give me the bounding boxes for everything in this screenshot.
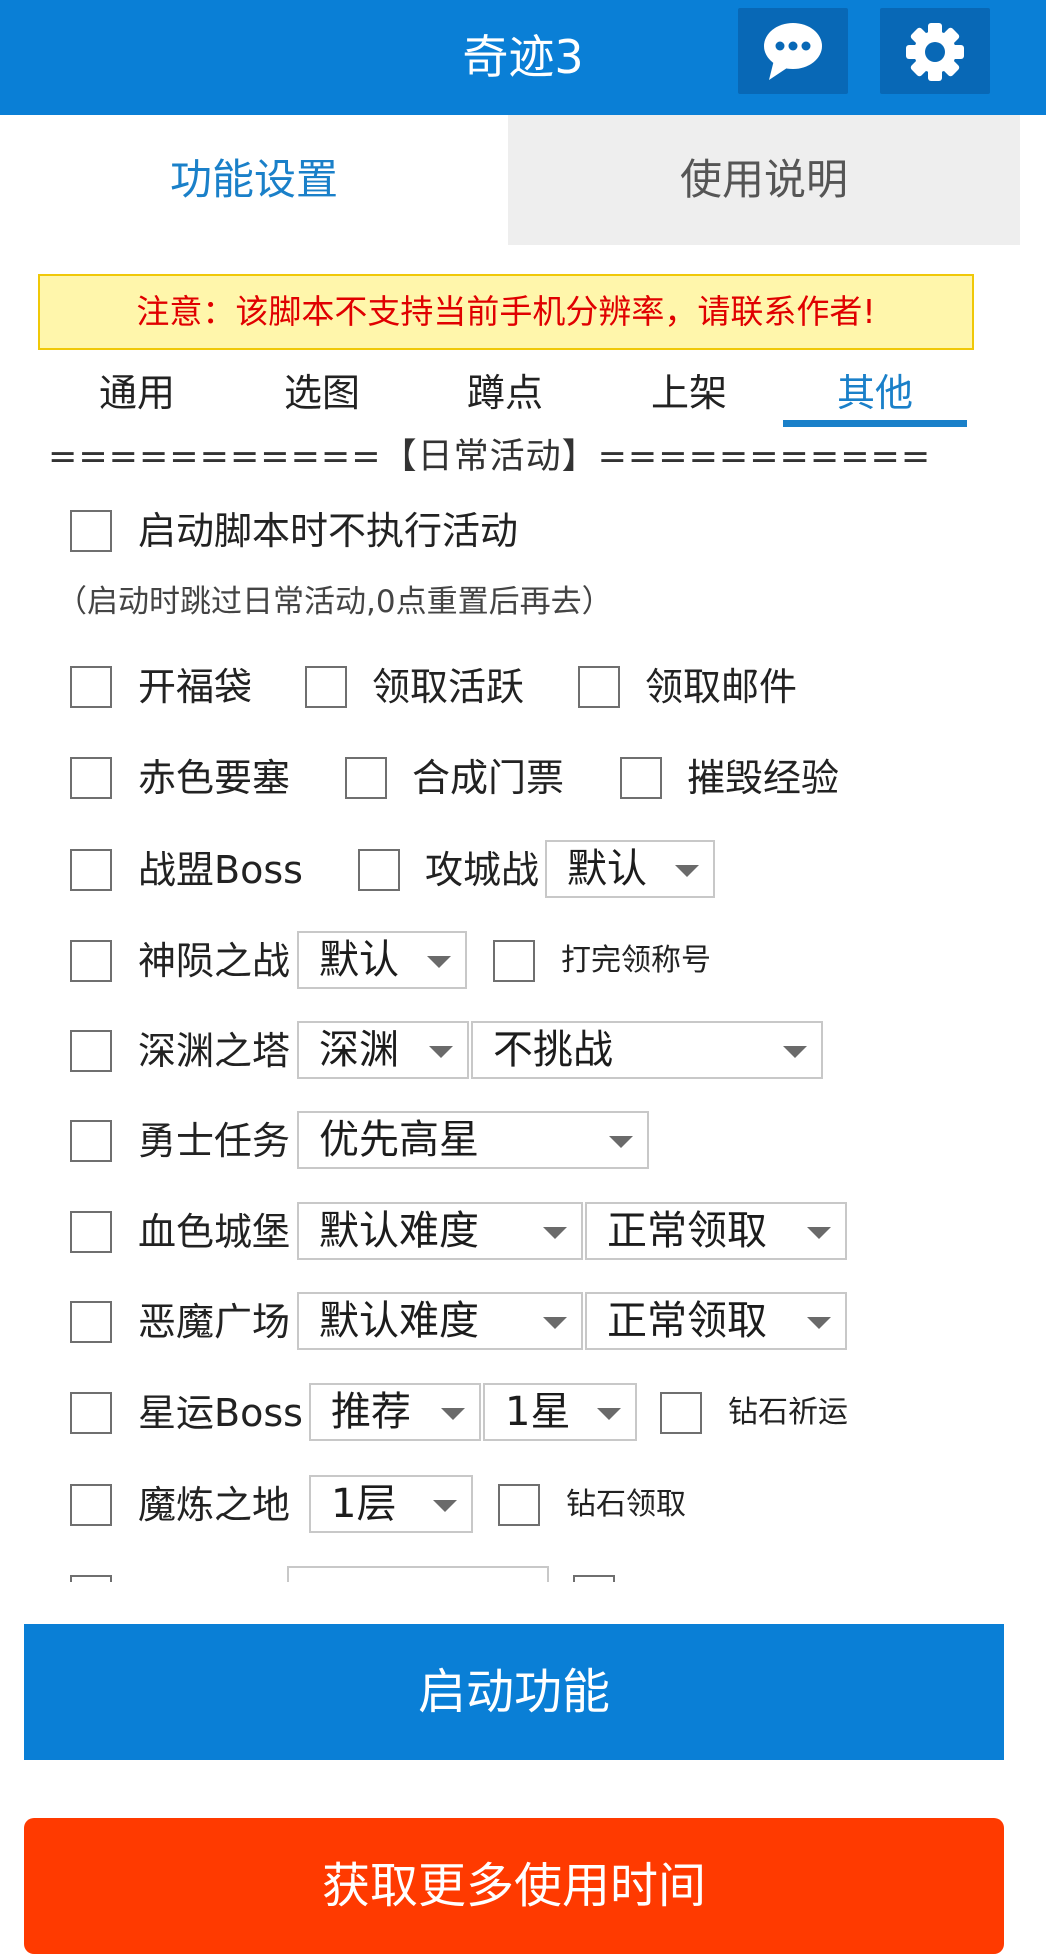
skip-activities-checkbox[interactable]: [70, 510, 112, 552]
resolution-warning: 注意：该脚本不支持当前手机分辨率，请联系作者!: [38, 274, 974, 350]
abyss-challenge-select-value: 不挑战: [493, 1027, 613, 1073]
claim-mail-label: 领取邮件: [645, 665, 798, 709]
subtab-camp[interactable]: 蹲点: [420, 364, 590, 422]
tab-instructions[interactable]: 使用说明: [508, 115, 1020, 245]
abyss-tower-label: 深渊之塔: [138, 1029, 291, 1073]
abyss-mode-select[interactable]: 深渊: [297, 1021, 469, 1079]
siege-war-select[interactable]: 默认: [545, 840, 715, 898]
chevron-down-icon: [433, 1500, 457, 1512]
trial-land-label: 魔炼之地: [138, 1483, 291, 1527]
chevron-down-icon: [807, 1317, 831, 1329]
gear-icon: [906, 23, 964, 81]
chevron-down-icon: [675, 865, 699, 877]
star-boss-label: 星运Boss: [138, 1391, 303, 1435]
devil-square-claim-select[interactable]: 正常领取: [585, 1292, 847, 1350]
trial-land-floor-select[interactable]: 1层: [309, 1475, 473, 1533]
chevron-down-icon: [441, 1408, 465, 1420]
chevron-down-icon: [427, 956, 451, 968]
lucky-bag-checkbox[interactable]: [70, 666, 112, 708]
diamond-claim-checkbox[interactable]: [498, 1484, 540, 1526]
chevron-down-icon: [807, 1227, 831, 1239]
blood-castle-checkbox[interactable]: [70, 1211, 112, 1253]
chevron-down-icon: [783, 1046, 807, 1058]
god-fall-select[interactable]: 默认: [297, 931, 467, 989]
trial-land-floor-value: 1层: [331, 1481, 397, 1527]
devil-square-checkbox[interactable]: [70, 1301, 112, 1343]
devil-square-difficulty-select[interactable]: 默认难度: [297, 1292, 583, 1350]
warrior-quest-select-value: 优先高星: [319, 1117, 479, 1163]
god-fall-select-value: 默认: [319, 937, 399, 983]
claim-title-checkbox[interactable]: [493, 940, 535, 982]
star-boss-star-value: 1星: [505, 1389, 571, 1435]
blood-castle-claim-select[interactable]: 正常领取: [585, 1202, 847, 1260]
warrior-quest-label: 勇士任务: [138, 1119, 291, 1163]
warrior-quest-checkbox[interactable]: [70, 1120, 112, 1162]
chevron-down-icon: [429, 1046, 453, 1058]
chat-button[interactable]: [738, 8, 848, 94]
abyss-tower-checkbox[interactable]: [70, 1030, 112, 1072]
claim-activity-checkbox[interactable]: [305, 666, 347, 708]
devil-square-claim-value: 正常领取: [607, 1298, 767, 1344]
devil-square-label: 恶魔广场: [138, 1300, 291, 1344]
start-function-button[interactable]: 启动功能: [24, 1624, 1004, 1760]
chevron-down-icon: [543, 1317, 567, 1329]
guild-boss-label: 战盟Boss: [138, 848, 303, 892]
settings-button[interactable]: [880, 8, 990, 94]
claim-activity-label: 领取活跃: [372, 665, 525, 709]
subtab-select-map[interactable]: 选图: [237, 364, 407, 422]
chevron-down-icon: [597, 1408, 621, 1420]
destroy-exp-checkbox[interactable]: [620, 757, 662, 799]
god-fall-checkbox[interactable]: [70, 940, 112, 982]
tab-function-settings[interactable]: 功能设置: [0, 115, 508, 245]
warrior-quest-select[interactable]: 优先高星: [297, 1111, 649, 1169]
diamond-pray-checkbox[interactable]: [660, 1392, 702, 1434]
trial-land-checkbox[interactable]: [70, 1484, 112, 1526]
god-fall-label: 神陨之战: [138, 939, 291, 983]
subtab-other[interactable]: 其他: [790, 364, 960, 422]
chevron-down-icon: [543, 1227, 567, 1239]
subtab-listing[interactable]: 上架: [604, 364, 774, 422]
get-more-time-button[interactable]: 获取更多使用时间: [24, 1818, 1004, 1954]
section-header: ===========【日常活动】===========: [48, 437, 932, 477]
skip-activities-note: （启动时跳过日常活动,0点重置后再去）: [56, 584, 613, 620]
scroll-clip: [0, 1582, 1046, 1624]
star-boss-mode-value: 推荐: [331, 1389, 411, 1435]
skip-activities-label: 启动脚本时不执行活动: [138, 509, 519, 553]
red-fortress-label: 赤色要塞: [138, 756, 291, 800]
blood-castle-difficulty-select[interactable]: 默认难度: [297, 1202, 583, 1260]
star-boss-checkbox[interactable]: [70, 1392, 112, 1434]
craft-ticket-checkbox[interactable]: [345, 757, 387, 799]
star-boss-star-select[interactable]: 1星: [483, 1383, 637, 1441]
star-boss-mode-select[interactable]: 推荐: [309, 1383, 481, 1441]
siege-war-checkbox[interactable]: [358, 849, 400, 891]
siege-war-label: 攻城战: [425, 848, 540, 892]
active-subtab-indicator: [783, 420, 967, 427]
devil-square-difficulty-value: 默认难度: [319, 1298, 479, 1344]
diamond-claim-label: 钻石领取: [566, 1487, 686, 1522]
chat-bubble-icon: [764, 23, 822, 80]
siege-war-select-value: 默认: [567, 846, 647, 892]
blood-castle-difficulty-value: 默认难度: [319, 1208, 479, 1254]
craft-ticket-label: 合成门票: [412, 756, 565, 800]
abyss-challenge-select[interactable]: 不挑战: [471, 1021, 823, 1079]
abyss-mode-select-value: 深渊: [319, 1027, 399, 1073]
blood-castle-claim-value: 正常领取: [607, 1208, 767, 1254]
lucky-bag-label: 开福袋: [138, 665, 253, 709]
destroy-exp-label: 摧毁经验: [687, 756, 840, 800]
subtab-general[interactable]: 通用: [52, 364, 222, 422]
red-fortress-checkbox[interactable]: [70, 757, 112, 799]
blood-castle-label: 血色城堡: [138, 1210, 291, 1254]
chevron-down-icon: [609, 1136, 633, 1148]
guild-boss-checkbox[interactable]: [70, 849, 112, 891]
claim-title-label: 打完领称号: [561, 943, 711, 978]
claim-mail-checkbox[interactable]: [578, 666, 620, 708]
diamond-pray-label: 钻石祈运: [728, 1395, 848, 1430]
